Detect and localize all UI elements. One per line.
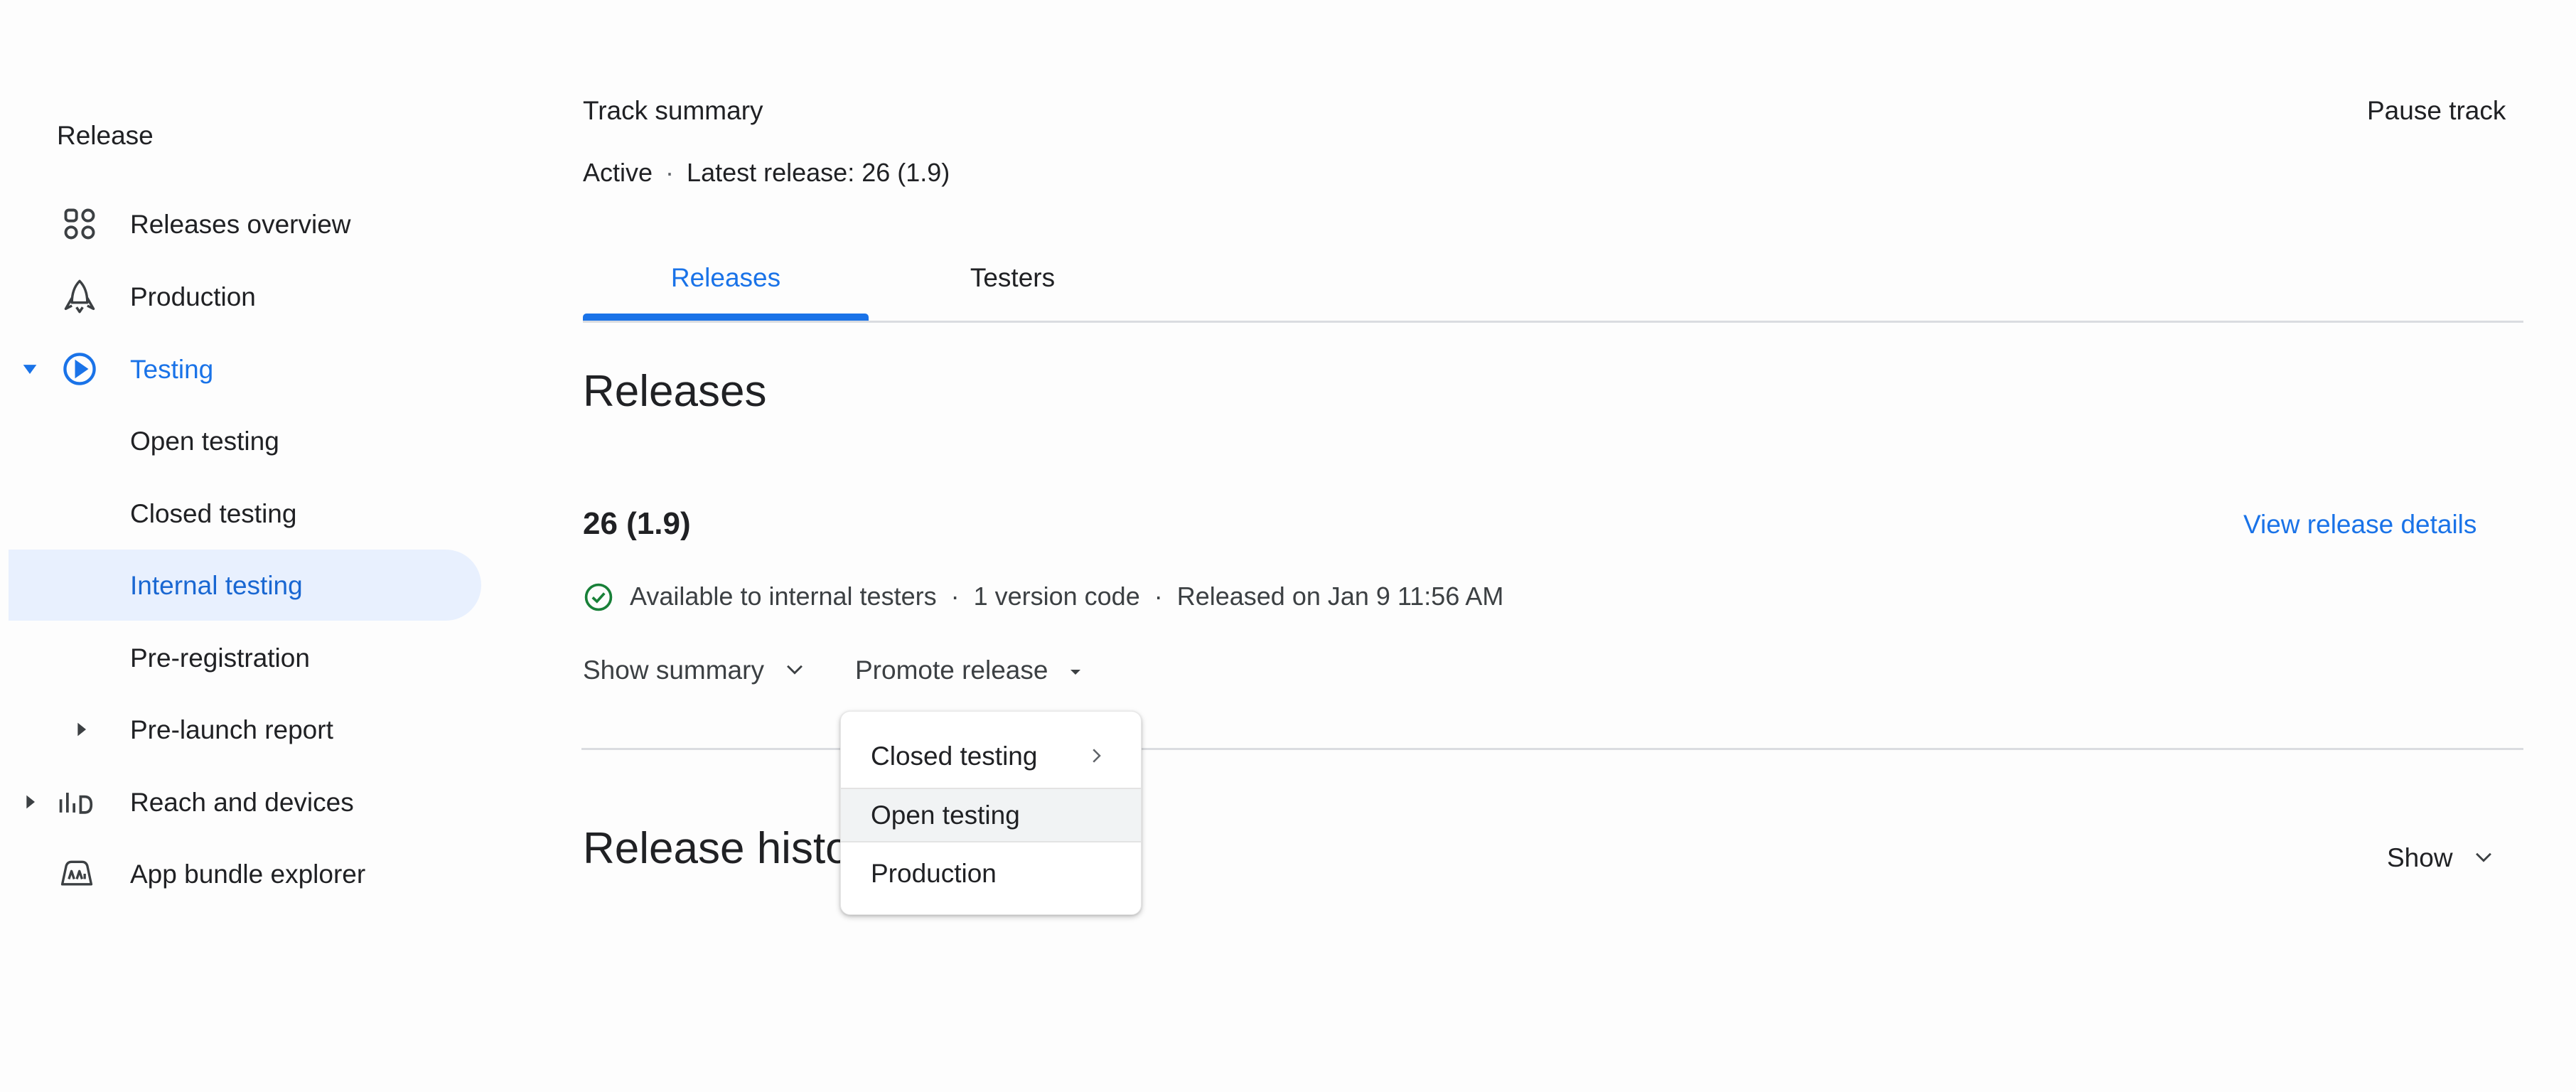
app-bundle-icon [58,855,95,892]
show-summary-label: Show summary [583,655,764,685]
caret-down-icon [20,359,40,379]
version-code-count: 1 version code [973,582,1140,611]
caret-right-icon [20,792,40,812]
sidebar-item-label: Open testing [130,427,279,456]
sidebar-item-label: Reach and devices [130,788,354,817]
sidebar-item-label: Production [130,282,256,311]
release-version: 26 (1.9) [583,506,691,541]
caret-down-icon [1067,657,1084,687]
bar-chart-icon [57,783,94,820]
testing-play-icon [61,350,98,387]
rocket-icon [61,278,98,315]
sidebar-item-pre-registration[interactable]: Pre-registration [0,622,483,693]
sidebar-item-releases-overview[interactable]: Releases overview [0,188,483,259]
sidebar-item-internal-testing[interactable]: Internal testing [9,550,481,621]
show-history-button[interactable]: Show [2387,843,2496,875]
caret-right-icon [71,719,91,739]
tab-testers[interactable]: Testers [869,263,1156,321]
release-date: Released on Jan 9 11:56 AM [1176,582,1504,611]
sidebar-item-label: Pre-launch report [130,715,333,744]
sidebar-item-label: Releases overview [130,210,351,239]
chevron-down-icon [2472,845,2496,875]
track-status: Active [583,158,653,187]
sidebar-item-production[interactable]: Production [0,261,483,332]
track-status-line: Active · Latest release: 26 (1.9) [583,158,950,188]
chevron-down-icon [783,657,807,687]
menu-item-production[interactable]: Production [841,842,1141,914]
track-summary-title: Track summary [583,96,763,125]
view-release-details-link[interactable]: View release details [2243,510,2476,540]
sidebar-item-label: Pre-registration [130,643,310,673]
sidebar-item-app-bundle-explorer[interactable]: App bundle explorer [0,838,483,909]
check-circle-icon [583,582,614,613]
promote-release-label: Promote release [855,655,1048,685]
chevron-right-icon [1085,743,1107,773]
grid-icon [61,205,98,242]
promote-release-button[interactable]: Promote release [855,655,1084,687]
separator-dot: · [950,582,960,611]
sidebar-item-reach-and-devices[interactable]: Reach and devices [0,766,483,837]
separator-dot: · [1154,582,1163,611]
menu-item-closed-testing[interactable]: Closed testing [841,712,1141,788]
menu-item-label: Closed testing [871,742,1038,771]
latest-release: Latest release: 26 (1.9) [687,158,950,187]
sidebar-item-closed-testing[interactable]: Closed testing [0,478,483,549]
promote-release-menu: Closed testing Open testing Production [840,711,1142,915]
sidebar-title: Release [57,121,154,150]
active-tab-indicator [583,314,869,321]
sidebar-item-label: Closed testing [130,499,297,528]
tab-releases[interactable]: Releases [583,263,869,321]
menu-item-label: Production [871,859,997,888]
pause-track-button[interactable]: Pause track [2367,96,2506,126]
menu-item-open-testing[interactable]: Open testing [841,789,1141,842]
availability-text: Available to internal testers [630,582,937,611]
show-summary-button[interactable]: Show summary [583,655,807,687]
sidebar-item-label: App bundle explorer [130,860,366,889]
menu-item-label: Open testing [871,801,1020,830]
sidebar-item-open-testing[interactable]: Open testing [0,405,483,476]
separator-dot: · [665,158,675,187]
show-history-label: Show [2387,843,2453,872]
releases-heading: Releases [583,367,767,416]
sidebar-item-label: Internal testing [130,571,303,600]
sidebar-item-label: Testing [130,355,214,384]
sidebar-item-testing[interactable]: Testing [0,333,483,405]
sidebar-item-pre-launch-report[interactable]: Pre-launch report [0,694,483,765]
